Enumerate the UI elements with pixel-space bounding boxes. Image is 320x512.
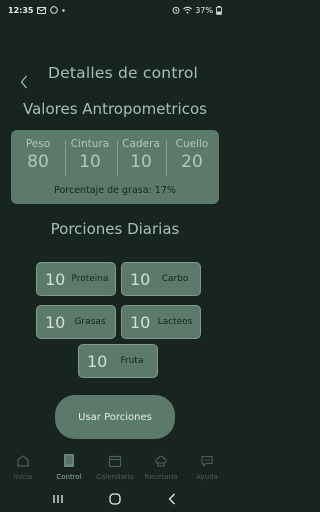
bottom-nav: Inicio Control Calendario Recetario Ayud… (0, 450, 230, 486)
battery-icon (216, 5, 222, 15)
system-nav-bar (0, 486, 230, 512)
fat-percentage: Porcentaje de grasa: 17% (54, 185, 176, 196)
nav-item-calendario[interactable]: Calendario (92, 450, 138, 486)
wifi-icon (183, 6, 193, 14)
portion-count: 10 (130, 269, 151, 289)
recent-apps-icon[interactable] (48, 489, 68, 509)
chat-icon (200, 452, 214, 470)
home-icon (16, 452, 30, 470)
anthropometric-title: Valores Antropometricos (23, 100, 207, 118)
battery-percentage: 37% (195, 5, 213, 15)
portion-name: Grasas (74, 317, 106, 327)
portion-name: Fruta (120, 356, 144, 366)
email-icon (37, 6, 47, 14)
measure-value: 20 (181, 152, 203, 172)
portion-count: 10 (87, 351, 108, 371)
portion-proteina[interactable]: 10 Proteina (36, 262, 116, 296)
measure-value: 80 (27, 152, 49, 172)
status-time: 12:35 (8, 5, 34, 15)
portion-count: 10 (45, 269, 66, 289)
use-portions-button[interactable]: Usar Porciones (55, 395, 175, 439)
nav-label: Inicio (13, 473, 33, 481)
portion-count: 10 (45, 312, 66, 332)
calendar-icon (108, 452, 122, 470)
anthropometric-card: Peso 80 Cintura 10 Cadera 10 Cuello 20 P… (11, 130, 219, 204)
measure-label: Cintura (70, 138, 110, 150)
measure-label: Peso (25, 138, 51, 150)
measure-peso: Peso 80 (13, 138, 63, 172)
nav-item-inicio[interactable]: Inicio (0, 450, 46, 486)
measure-cadera: Cadera 10 (116, 138, 166, 172)
nav-label: Calendario (96, 473, 134, 481)
home-circle-icon[interactable] (105, 489, 125, 509)
book-icon (62, 452, 76, 470)
dot-icon (62, 8, 66, 12)
portions-title: Porciones Diarias (50, 220, 180, 238)
portion-name: Proteina (71, 274, 109, 284)
whatsapp-icon (50, 6, 59, 14)
portion-count: 10 (130, 312, 151, 332)
measure-value: 10 (79, 152, 101, 172)
nav-label: Ayuda (196, 473, 218, 481)
nav-item-recetario[interactable]: Recetario (138, 450, 184, 486)
portion-carbo[interactable]: 10 Carbo (121, 262, 201, 296)
alarm-icon (172, 6, 180, 14)
chevron-left-icon (20, 75, 27, 89)
chef-hat-icon (154, 452, 168, 470)
nav-label: Recetario (144, 473, 178, 481)
page-title: Detalles de control (48, 64, 199, 82)
nav-item-ayuda[interactable]: Ayuda (184, 450, 230, 486)
back-button[interactable] (16, 72, 32, 92)
portion-lacteos[interactable]: 10 Lacteos (121, 305, 201, 339)
measure-cuello: Cuello 20 (167, 138, 217, 172)
back-icon[interactable] (162, 489, 182, 509)
nav-item-control[interactable]: Control (46, 450, 92, 486)
measure-label: Cadera (122, 138, 160, 150)
portion-name: Carbo (161, 274, 189, 284)
portion-name: Lacteos (157, 317, 193, 327)
portion-grasas[interactable]: 10 Grasas (36, 305, 116, 339)
header: Detalles de control (0, 62, 230, 89)
measure-label: Cuello (175, 138, 209, 150)
nav-label: Control (56, 473, 82, 481)
status-bar: 12:35 37% (0, 0, 230, 20)
measure-cintura: Cintura 10 (65, 138, 115, 172)
measure-value: 10 (130, 152, 152, 172)
portion-fruta[interactable]: 10 Fruta (78, 344, 158, 378)
